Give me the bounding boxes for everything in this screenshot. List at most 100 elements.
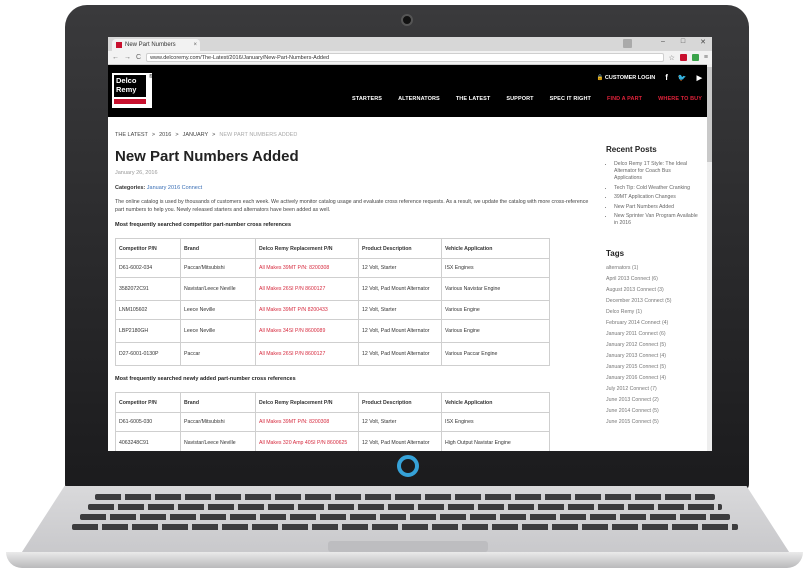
tag-link[interactable]: Delco Remy (1): [606, 307, 698, 318]
nav-alternators[interactable]: ALTERNATORS: [398, 96, 440, 102]
tag-link[interactable]: January 2013 Connect (4): [606, 351, 698, 362]
breadcrumb-2016[interactable]: 2016: [159, 132, 171, 138]
browser-tab-strip: New Part Numbers × – □ ✕: [108, 37, 712, 51]
table-cell: High Output Navistar Engine: [441, 431, 550, 451]
replacement-part-link[interactable]: All Makes 26SI P/N 8600127: [255, 342, 359, 366]
browser-tab[interactable]: New Part Numbers ×: [112, 39, 200, 51]
intro-paragraph: The online catalog is used by thousands …: [115, 199, 589, 213]
table-row: LNM105602 Leece Neville All Makes 39MT P…: [115, 300, 550, 320]
tag-link[interactable]: June 2013 Connect (2): [606, 395, 698, 406]
table-cell: 12 Volt, Starter: [358, 300, 442, 320]
replacement-part-link[interactable]: All Makes 34SI P/N 8600089: [255, 319, 359, 343]
profile-icon[interactable]: [623, 39, 632, 48]
tag-link[interactable]: January 2015 Connect (5): [606, 362, 698, 373]
nav-spec-it-right[interactable]: SPEC IT RIGHT: [550, 96, 591, 102]
nav-starters[interactable]: STARTERS: [352, 96, 382, 102]
logo-red-bar: [114, 99, 146, 104]
tag-link[interactable]: February 2014 Connect (4): [606, 318, 698, 329]
cross-reference-table-2: Competitor P/N Brand Delco Remy Replacem…: [115, 392, 550, 451]
recent-post-link[interactable]: 39MT Application Changes: [614, 194, 698, 201]
tag-link[interactable]: December 2013 Connect (5): [606, 296, 698, 307]
back-icon[interactable]: ←: [112, 54, 119, 61]
browser-toolbar: ← → C www.delcoremy.com/The-Latest/2016/…: [108, 51, 712, 65]
keyboard-row: [95, 494, 715, 500]
sidebar: Recent Posts Delco Remy 1T Style: The Id…: [606, 145, 698, 428]
logo-line-2: Remy: [116, 84, 137, 94]
breadcrumb-current: NEW PART NUMBERS ADDED: [219, 132, 298, 138]
category-link[interactable]: January 2016 Connect: [147, 185, 202, 191]
table-cell: D61-6002-034: [115, 258, 181, 278]
favicon-icon: [116, 42, 122, 48]
scrollbar-thumb[interactable]: [707, 67, 712, 162]
reload-icon[interactable]: C: [136, 54, 141, 61]
facebook-icon[interactable]: f: [665, 73, 668, 82]
breadcrumb-january[interactable]: JANUARY: [183, 132, 209, 138]
recent-posts-list: Delco Remy 1T Style: The Ideal Alternato…: [606, 161, 698, 227]
tag-link[interactable]: January 2012 Connect (5): [606, 340, 698, 351]
nav-where-to-buy[interactable]: WHERE TO BUY: [658, 96, 702, 102]
breadcrumb-separator: >: [175, 132, 179, 138]
keyboard-row: [88, 504, 722, 510]
delco-remy-logo[interactable]: Delco Remy ®: [112, 73, 153, 108]
tag-link[interactable]: April 2013 Connect (6): [606, 274, 698, 285]
youtube-icon[interactable]: ▶: [697, 74, 702, 82]
nav-find-a-part[interactable]: FIND A PART: [607, 96, 642, 102]
replacement-part-link[interactable]: All Makes 320 Amp 40SI P/N 8600625: [255, 431, 359, 451]
table-cell: 12 Volt, Starter: [358, 258, 442, 278]
table-row: 3582072C91 Navistar/Leece Neville All Ma…: [115, 277, 550, 301]
column-header: Vehicle Application: [441, 238, 550, 259]
minimize-button[interactable]: –: [658, 38, 668, 46]
breadcrumb-separator: >: [212, 132, 216, 138]
table-cell: 4063248C91: [115, 431, 181, 451]
menu-icon[interactable]: ≡: [704, 54, 708, 61]
tag-link[interactable]: July 2012 Connect (7): [606, 384, 698, 395]
column-header: Competitor P/N: [115, 238, 181, 259]
replacement-part-link[interactable]: All Makes 39MT P/N: 8200308: [255, 258, 359, 278]
logo-text: Delco Remy: [114, 75, 146, 97]
keyboard-row: [80, 514, 730, 520]
close-window-button[interactable]: ✕: [698, 38, 708, 46]
tag-link[interactable]: January 2011 Connect (6): [606, 329, 698, 340]
customer-login-label: CUSTOMER LOGIN: [604, 74, 656, 81]
breadcrumb: THE LATEST > 2016 > JANUARY > NEW PART N…: [115, 132, 712, 138]
twitter-icon[interactable]: 🐦: [678, 74, 687, 82]
recent-post-link[interactable]: Tech Tip: Cold Weather Cranking: [614, 185, 698, 192]
address-bar[interactable]: www.delcoremy.com/The-Latest/2016/Januar…: [146, 53, 664, 62]
tag-link[interactable]: alternators (1): [606, 263, 698, 274]
maximize-button[interactable]: □: [678, 38, 688, 46]
table-cell: 3582072C91: [115, 277, 181, 301]
table-cell: Paccar: [180, 342, 256, 366]
laptop-base-front: [6, 552, 803, 568]
tab-close-icon[interactable]: ×: [193, 42, 197, 48]
site-header: Delco Remy ® 🔒 CUSTOMER LOGIN f 🐦 ▶ STAR…: [108, 65, 712, 117]
recent-post-link[interactable]: Delco Remy 1T Style: The Ideal Alternato…: [614, 161, 698, 182]
tag-link[interactable]: January 2016 Connect (4): [606, 373, 698, 384]
column-header: Vehicle Application: [441, 392, 550, 413]
table-cell: LBP2180GH: [115, 319, 181, 343]
replacement-part-link[interactable]: All Makes 39MT P/N 8200433: [255, 300, 359, 320]
bookmark-star-icon[interactable]: ☆: [669, 54, 675, 62]
table-cell: Paccar/Mitsubishi: [180, 258, 256, 278]
customer-login-link[interactable]: 🔒 CUSTOMER LOGIN: [597, 75, 656, 81]
table-cell: Various Navistar Engine: [441, 277, 550, 301]
recent-post-link[interactable]: New Sprinter Van Program Available in 20…: [614, 213, 698, 227]
table-cell: Various Engine: [441, 319, 550, 343]
table-row: LBP2180GH Leece Neville All Makes 34SI P…: [115, 319, 550, 343]
nav-support[interactable]: SUPPORT: [506, 96, 533, 102]
extension-icon[interactable]: [679, 54, 687, 61]
extension-icon[interactable]: [691, 54, 699, 61]
recent-post-link[interactable]: New Part Numbers Added: [614, 204, 698, 211]
table-cell: 12 Volt, Pad Mount Alternator: [358, 319, 442, 343]
tag-link[interactable]: August 2013 Connect (3): [606, 285, 698, 296]
webcam-icon: [401, 14, 413, 26]
column-header: Delco Remy Replacement P/N: [255, 392, 359, 413]
tag-link[interactable]: June 2015 Connect (5): [606, 417, 698, 428]
breadcrumb-the-latest[interactable]: THE LATEST: [115, 132, 148, 138]
replacement-part-link[interactable]: All Makes 26SI P/N 8600127: [255, 277, 359, 301]
replacement-part-link[interactable]: All Makes 39MT P/N: 8200308: [255, 412, 359, 432]
tags-list: alternators (1) April 2013 Connect (6) A…: [606, 263, 698, 428]
tag-link[interactable]: June 2014 Connect (5): [606, 406, 698, 417]
table-row: D61-6005-030 Paccar/Mitsubishi All Makes…: [115, 412, 550, 432]
forward-icon[interactable]: →: [124, 54, 131, 61]
nav-the-latest[interactable]: THE LATEST: [456, 96, 491, 102]
